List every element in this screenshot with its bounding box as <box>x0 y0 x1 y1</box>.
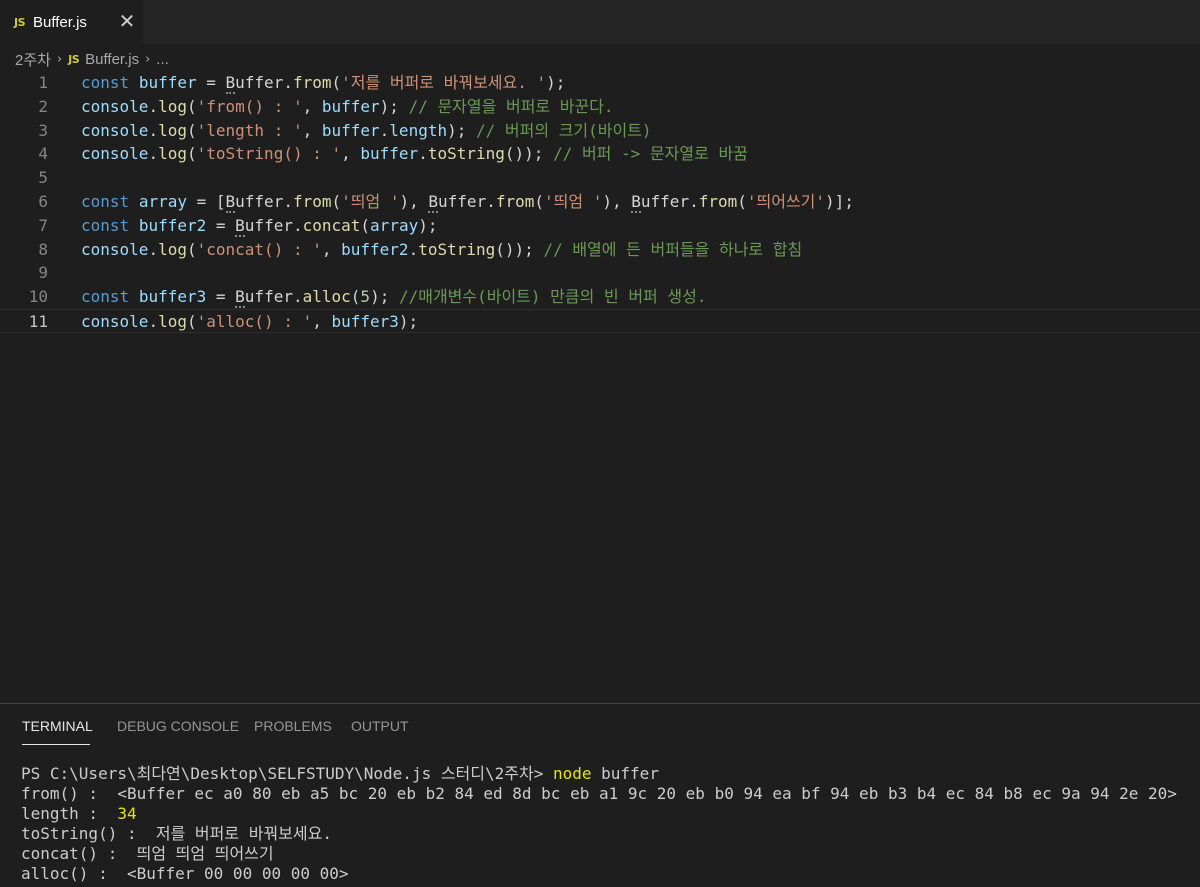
code-editor[interactable]: 1 const buffer = Buffer.from('저를 버퍼로 바꿔보세… <box>0 71 1200 701</box>
line-number: 7 <box>38 215 48 235</box>
breadcrumb: 2주차 › JS Buffer.js › ... <box>15 48 169 70</box>
code-line[interactable]: 5 <box>0 166 1200 190</box>
terminal-output[interactable]: PS C:\Users\최다연\Desktop\SELFSTUDY\Node.j… <box>21 764 1177 884</box>
terminal-prompt: PS C:\Users\최다연\Desktop\SELFSTUDY\Node.j… <box>21 764 553 783</box>
tab-debug-console[interactable]: DEBUG CONSOLE <box>117 718 239 734</box>
tab-output[interactable]: OUTPUT <box>351 718 409 734</box>
code-text: const array = [Buffer.from('띄엄 '), Buffe… <box>81 192 854 213</box>
code-text: const buffer3 = Buffer.alloc(5); //매개변수(… <box>81 287 707 309</box>
output-label: alloc() : <box>21 864 127 883</box>
code-line[interactable]: 6 const array = [Buffer.from('띄엄 '), Buff… <box>0 190 1200 214</box>
line-number: 6 <box>38 192 48 211</box>
code-text: const buffer = Buffer.from('저를 버퍼로 바꿔보세요… <box>81 73 566 94</box>
output-value: 34 <box>117 804 137 823</box>
output-value: 띄엄 띄엄 띄어쓰기 <box>136 844 274 863</box>
line-number: 4 <box>38 144 48 164</box>
output-label: length : <box>21 804 118 823</box>
code-text: const buffer2 = Buffer.concat(array); <box>81 215 438 237</box>
output-label: toString() : <box>21 824 156 843</box>
code-line-current[interactable]: 11 console.log('alloc() : ', buffer3); <box>0 309 1200 333</box>
terminal-prompt-line: PS C:\Users\최다연\Desktop\SELFSTUDY\Node.j… <box>21 764 1177 784</box>
output-value: <Buffer ec a0 80 eb a5 bc 20 eb b2 84 ed… <box>117 784 1177 803</box>
code-text: console.log('concat() : ', buffer2.toStr… <box>81 239 803 259</box>
line-number: 9 <box>38 263 48 283</box>
code-text: console.log('length : ', buffer.length);… <box>81 120 652 140</box>
code-text: console.log('toString() : ', buffer.toSt… <box>81 144 748 164</box>
code-line[interactable]: 4 console.log('toString() : ', buffer.toS… <box>0 142 1200 166</box>
line-number: 2 <box>38 96 48 116</box>
output-label: from() : <box>21 784 118 803</box>
line-number: 11 <box>28 312 48 331</box>
tab-label: Buffer.js <box>33 13 87 31</box>
terminal-line: concat() : 띄엄 띄엄 띄어쓰기 <box>21 844 1177 864</box>
code-line[interactable]: 8 console.log('concat() : ', buffer2.toSt… <box>0 238 1200 262</box>
terminal-command-arg: buffer <box>591 764 659 783</box>
terminal-line: length : 34 <box>21 804 1177 824</box>
code-line[interactable]: 7 const buffer2 = Buffer.concat(array); <box>0 214 1200 238</box>
output-label: concat() : <box>21 844 137 863</box>
chevron-right-icon: › <box>145 51 151 67</box>
line-number: 8 <box>38 239 48 259</box>
terminal-line: from() : <Buffer ec a0 80 eb a5 bc 20 eb… <box>21 784 1177 804</box>
tab-terminal[interactable]: TERMINAL <box>22 718 93 734</box>
terminal-line: toString() : 저를 버퍼로 바꿔보세요. <box>21 824 1177 844</box>
output-value: 저를 버퍼로 바꿔보세요. <box>155 824 332 843</box>
code-text: console.log('alloc() : ', buffer3); <box>81 312 419 331</box>
code-text: console.log('from() : ', buffer); // 문자열… <box>81 96 614 116</box>
line-number: 5 <box>38 168 48 188</box>
line-number: 3 <box>38 120 48 140</box>
active-tab-indicator <box>22 744 90 745</box>
line-number: 1 <box>38 73 48 92</box>
output-value: <Buffer 00 00 00 00 00> <box>126 864 349 883</box>
line-number: 10 <box>28 287 48 307</box>
editor-tab-bar: JS Buffer.js ✕ <box>0 0 1200 44</box>
breadcrumb-symbols[interactable]: ... <box>156 51 169 68</box>
breadcrumb-file[interactable]: Buffer.js <box>85 51 139 68</box>
code-line[interactable]: 3 console.log('length : ', buffer.length)… <box>0 119 1200 143</box>
javascript-file-icon: JS <box>14 15 26 29</box>
javascript-file-icon: JS <box>68 52 80 66</box>
breadcrumb-folder[interactable]: 2주차 <box>15 49 51 70</box>
terminal-command: node <box>552 764 592 783</box>
code-line[interactable]: 9 <box>0 261 1200 285</box>
code-line[interactable]: 1 const buffer = Buffer.from('저를 버퍼로 바꿔보세… <box>0 71 1200 95</box>
terminal-line: alloc() : <Buffer 00 00 00 00 00> <box>21 864 1177 884</box>
close-icon[interactable]: ✕ <box>117 10 137 32</box>
code-line[interactable]: 2 console.log('from() : ', buffer); // 문자… <box>0 95 1200 119</box>
chevron-right-icon: › <box>56 51 63 67</box>
code-line[interactable]: 10 const buffer3 = Buffer.alloc(5); //매개변… <box>0 285 1200 309</box>
tab-buffer-js[interactable]: JS Buffer.js ✕ <box>0 0 143 44</box>
panel-tab-bar: TERMINAL DEBUG CONSOLE PROBLEMS OUTPUT <box>0 704 1200 746</box>
bottom-panel: TERMINAL DEBUG CONSOLE PROBLEMS OUTPUT P… <box>0 703 1200 887</box>
tab-problems[interactable]: PROBLEMS <box>254 718 332 734</box>
